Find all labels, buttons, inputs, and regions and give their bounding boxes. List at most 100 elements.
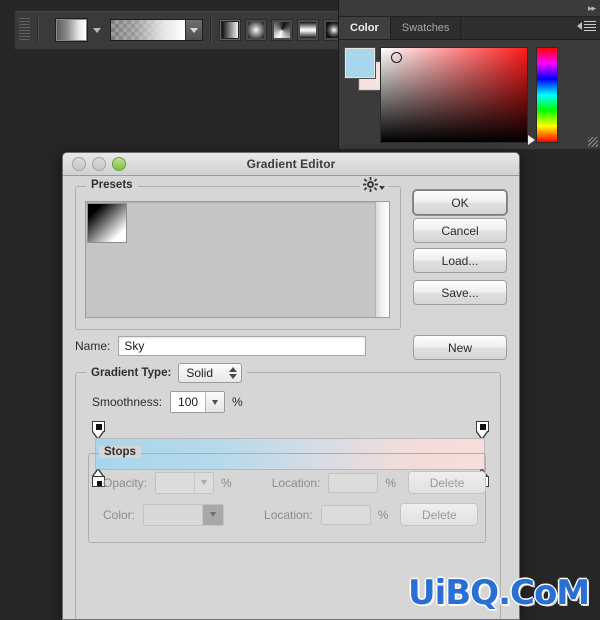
ok-button[interactable]: OK <box>413 190 507 215</box>
opacity-stop-pointer-icon <box>93 431 103 438</box>
stepper-updown-icon[interactable] <box>229 367 238 379</box>
color-label: Color: <box>103 507 136 522</box>
color-location-label: Location: <box>264 507 313 522</box>
triangle-left-icon <box>577 22 582 30</box>
chevron-down-icon[interactable] <box>93 27 102 33</box>
opacity-value <box>156 472 195 493</box>
color-dropdown-button[interactable] <box>202 504 224 525</box>
gradient-type-header: Gradient Type: Solid <box>86 363 248 383</box>
presets-gear-button[interactable] <box>360 177 388 192</box>
photoshop-app-window: ▸▸ Color Swatches Gradient Editor Preset… <box>0 0 600 620</box>
stops-group: Stops Opacity: % Location: % Delete Colo… <box>88 446 487 543</box>
opacity-stop-right[interactable] <box>476 421 489 438</box>
opacity-location-unit: % <box>385 475 397 490</box>
dialog-titlebar[interactable]: Gradient Editor <box>63 153 519 176</box>
color-location-unit: % <box>377 507 389 522</box>
double-arrow-right-icon[interactable]: ▸▸ <box>588 3 596 13</box>
opacity-input[interactable] <box>155 471 215 494</box>
opacity-location-input[interactable] <box>328 472 379 493</box>
smoothness-row: Smoothness: 100 % <box>92 391 243 413</box>
panel-tab-strip: Color Swatches <box>339 17 600 40</box>
chevron-down-icon <box>212 399 219 405</box>
name-input[interactable]: Sky <box>118 336 367 356</box>
gradient-type-label: Gradient Type: <box>91 367 172 379</box>
gradient-type-select[interactable]: Solid <box>178 363 243 383</box>
angle-gradient-button[interactable] <box>271 19 294 41</box>
gradient-preview-icon[interactable] <box>111 20 186 40</box>
tab-color-label: Color <box>350 22 379 34</box>
radial-gradient-button[interactable] <box>245 19 268 41</box>
opacity-label: Opacity: <box>103 475 148 490</box>
gradient-tool-options-bar <box>14 10 346 50</box>
gear-icon <box>363 177 378 192</box>
smoothness-input[interactable]: 100 <box>170 391 226 413</box>
tab-color[interactable]: Color <box>339 17 391 39</box>
preset-black-white[interactable] <box>88 204 126 242</box>
chevron-down-icon <box>201 480 208 485</box>
chevron-down-icon <box>379 185 385 190</box>
linear-gradient-icon <box>222 22 239 38</box>
drag-grip-icon[interactable] <box>19 18 30 42</box>
gradient-type-button-group <box>219 19 346 41</box>
divider <box>210 17 213 43</box>
cancel-button[interactable]: Cancel <box>413 218 507 243</box>
load-button[interactable]: Load... <box>413 248 507 273</box>
chevron-down-icon <box>210 512 217 517</box>
opacity-stop-row: Opacity: % Location: % Delete <box>103 471 487 494</box>
color-location-input[interactable] <box>320 504 371 525</box>
smoothness-label: Smoothness: <box>92 395 163 409</box>
color-picker-marker-icon[interactable] <box>391 52 402 63</box>
angle-gradient-icon <box>274 22 291 38</box>
hamburger-lines-icon <box>584 21 596 31</box>
hue-pointer-icon[interactable] <box>528 135 535 145</box>
opacity-location-label: Location: <box>271 475 321 490</box>
stepper-up-icon <box>229 367 238 372</box>
new-button[interactable]: New <box>413 335 507 360</box>
reflected-gradient-button[interactable] <box>297 19 320 41</box>
opacity-stop-pointer-icon <box>477 431 487 438</box>
presets-label: Presets <box>86 179 138 191</box>
hue-strip-icon[interactable] <box>537 48 557 142</box>
dialog-body: Presets OK Cancel Load... Save... New Na… <box>63 176 519 619</box>
gradient-editor-dialog: Gradient Editor Presets OK Cancel Load..… <box>62 152 520 620</box>
color-delete-button[interactable]: Delete <box>400 503 479 526</box>
stops-label: Stops <box>99 446 141 458</box>
tab-swatches-label: Swatches <box>401 22 450 34</box>
saturation-value-field[interactable] <box>381 48 527 142</box>
linear-gradient-button[interactable] <box>219 19 242 41</box>
presets-scrollbar[interactable] <box>375 202 389 317</box>
resize-grip-icon[interactable] <box>588 137 598 147</box>
tab-swatches[interactable]: Swatches <box>391 17 462 39</box>
smoothness-unit: % <box>232 395 243 409</box>
opacity-delete-button[interactable]: Delete <box>408 471 487 494</box>
foreground-color-swatch[interactable] <box>345 48 375 78</box>
panel-menu-icon[interactable] <box>577 21 596 31</box>
divider <box>36 17 39 43</box>
presets-list[interactable] <box>85 201 390 318</box>
presets-group: Presets <box>75 177 401 330</box>
color-value <box>144 504 203 525</box>
smoothness-dropdown-button[interactable] <box>205 392 225 412</box>
color-stop-row: Color: Location: % Delete <box>103 503 479 526</box>
save-button[interactable]: Save... <box>413 280 507 305</box>
gradient-preview-button[interactable] <box>110 19 204 41</box>
gradient-preview-dropdown-button[interactable] <box>185 20 203 40</box>
chevron-down-icon <box>190 27 199 33</box>
color-panel: ▸▸ Color Swatches <box>338 0 600 149</box>
name-label: Name: <box>75 339 111 353</box>
opacity-dropdown-button[interactable] <box>194 472 214 493</box>
opacity-unit: % <box>221 475 232 490</box>
dialog-title: Gradient Editor <box>246 157 336 171</box>
reflected-gradient-icon <box>300 22 317 38</box>
gradient-swatch-icon[interactable] <box>55 19 88 41</box>
color-panel-body <box>339 40 600 149</box>
gradient-type-value: Solid <box>186 366 213 380</box>
radial-gradient-icon <box>248 22 265 38</box>
opacity-stop-left[interactable] <box>92 421 105 438</box>
name-row: Name: Sky <box>75 336 367 356</box>
watermark: UiBQ.CoM <box>408 573 590 613</box>
smoothness-value[interactable]: 100 <box>171 392 206 412</box>
color-swatch-input[interactable] <box>143 503 225 526</box>
panel-collapse-bar[interactable]: ▸▸ <box>339 0 600 17</box>
stepper-down-icon <box>229 374 238 379</box>
